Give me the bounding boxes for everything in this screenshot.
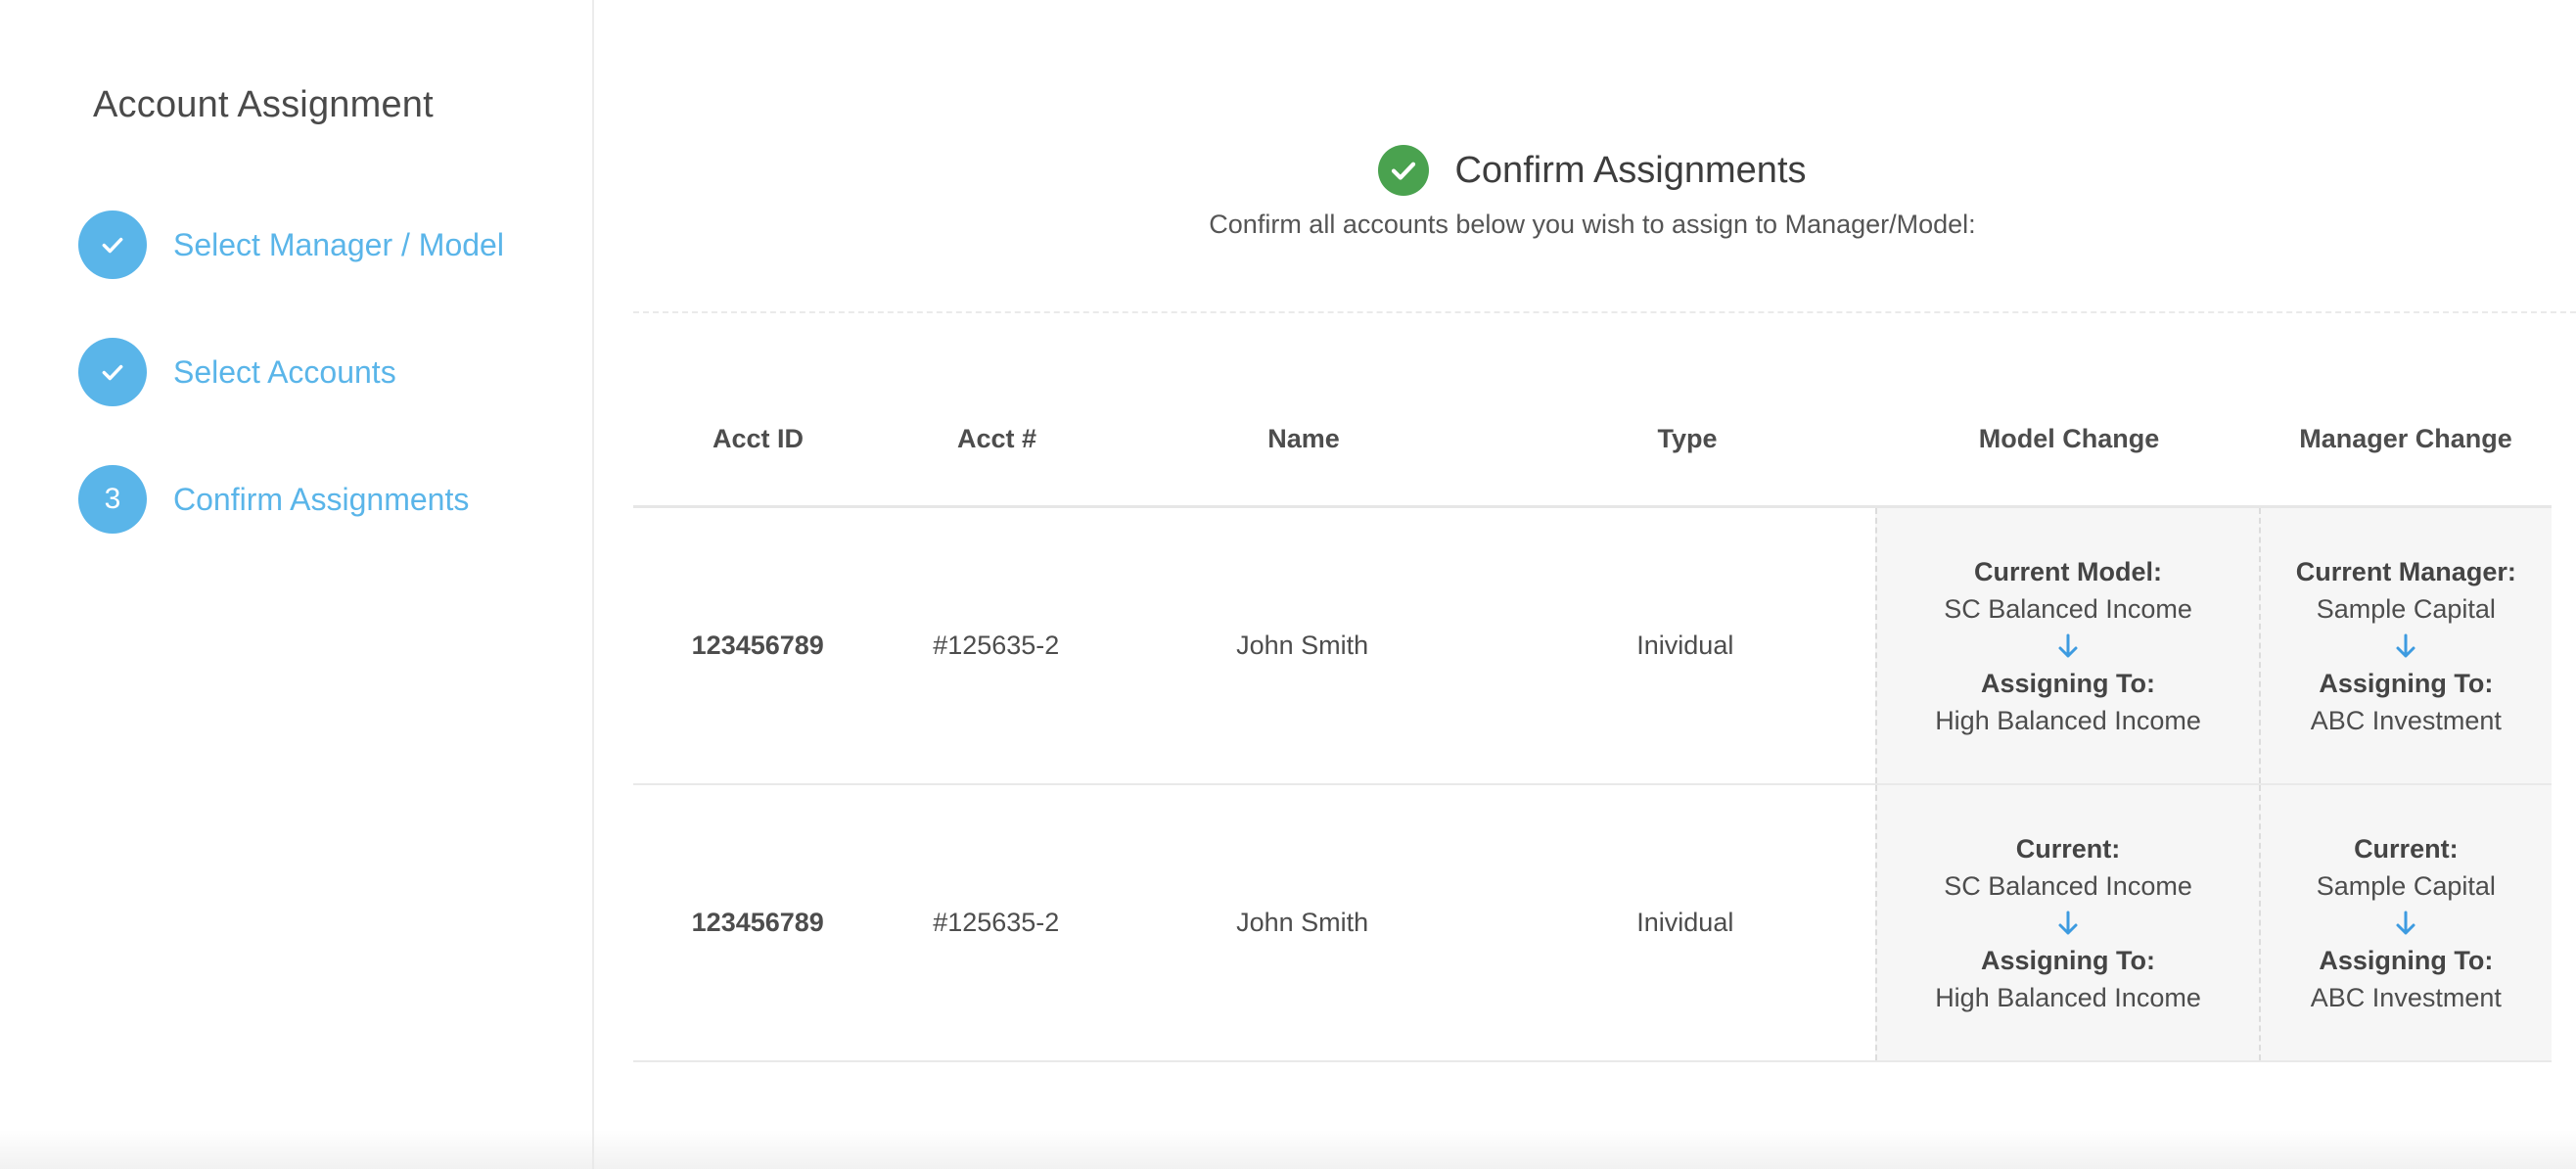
assigning-model-value: High Balanced Income	[1935, 982, 2201, 1012]
current-manager-label: Current:	[2354, 833, 2459, 864]
step-label: Confirm Assignments	[173, 481, 470, 517]
name-cell: John Smith	[1236, 908, 1369, 937]
assigning-to-label: Assigning To:	[2319, 668, 2494, 698]
column-header-name: Name	[1267, 423, 1340, 453]
assigning-to-label: Assigning To:	[1981, 945, 2156, 975]
step-complete-check-icon	[78, 338, 147, 406]
arrow-down-icon	[2057, 905, 2079, 942]
step-confirm-assignments[interactable]: 3 Confirm Assignments	[78, 465, 469, 534]
step-label: Select Accounts	[173, 353, 396, 390]
step-label: Select Manager / Model	[173, 226, 504, 262]
column-header-manager-change: Manager Change	[2299, 423, 2512, 453]
table-header: Acct ID Acct # Name Type Model Change Ma…	[633, 372, 2552, 508]
assignments-table: Acct ID Acct # Name Type Model Change Ma…	[633, 372, 2553, 1062]
table-row: 123456789 #125635-2 John Smith Inividual…	[633, 785, 2553, 1062]
page-subtitle: Confirm all accounts below you wish to a…	[1209, 210, 1976, 239]
confirm-header: Confirm Assignments Confirm all accounts…	[633, 145, 2552, 240]
manager-change-cell: Current: Sample Capital Assigning To: AB…	[2258, 785, 2553, 1060]
sidebar: Account Assignment Select Manager / Mode…	[0, 0, 594, 1169]
sidebar-title: Account Assignment	[93, 84, 434, 125]
current-model-label: Current:	[2015, 833, 2121, 864]
current-model-value: SC Balanced Income	[1944, 593, 2192, 624]
acct-number-cell: #125635-2	[933, 631, 1060, 660]
acct-number-cell: #125635-2	[933, 908, 1060, 937]
header-title-row: Confirm Assignments	[633, 145, 2552, 196]
step-select-manager-model[interactable]: Select Manager / Model	[78, 210, 504, 279]
assigning-to-label: Assigning To:	[1981, 668, 2156, 698]
table-row: 123456789 #125635-2 John Smith Inividual…	[633, 508, 2553, 785]
step-complete-check-icon	[78, 210, 147, 279]
arrow-down-icon	[2395, 905, 2416, 942]
model-change-cell: Current Model: SC Balanced Income Assign…	[1875, 508, 2259, 783]
main-content: Confirm Assignments Confirm all accounts…	[633, 0, 2576, 1169]
column-header-acct-id: Acct ID	[712, 423, 805, 453]
step-select-accounts[interactable]: Select Accounts	[78, 338, 396, 406]
assigning-manager-value: ABC Investment	[2310, 705, 2502, 735]
column-header-type: Type	[1657, 423, 1718, 453]
type-cell: Inividual	[1636, 631, 1734, 660]
assigning-to-label: Assigning To:	[2319, 945, 2494, 975]
current-manager-label: Current Manager:	[2295, 556, 2516, 586]
current-manager-value: Sample Capital	[2316, 870, 2496, 901]
page: Account Assignment Select Manager / Mode…	[0, 0, 2576, 1169]
divider	[633, 311, 2576, 313]
model-change-cell: Current: SC Balanced Income Assigning To…	[1875, 785, 2259, 1060]
name-cell: John Smith	[1236, 631, 1369, 660]
column-header-model-change: Model Change	[1978, 423, 2160, 453]
acct-id-cell: 123456789	[691, 631, 824, 660]
current-manager-value: Sample Capital	[2316, 593, 2496, 624]
check-circle-icon	[1378, 145, 1430, 196]
arrow-down-icon	[2395, 628, 2416, 665]
step-number-badge: 3	[78, 465, 147, 534]
column-header-acct-number: Acct #	[956, 423, 1037, 453]
manager-change-cell: Current Manager: Sample Capital Assignin…	[2258, 508, 2553, 783]
type-cell: Inividual	[1636, 908, 1734, 937]
current-model-value: SC Balanced Income	[1944, 870, 2192, 901]
current-model-label: Current Model:	[1974, 556, 2163, 586]
assigning-model-value: High Balanced Income	[1935, 705, 2201, 735]
assigning-manager-value: ABC Investment	[2310, 982, 2502, 1012]
page-title: Confirm Assignments	[1454, 149, 1807, 191]
arrow-down-icon	[2057, 628, 2079, 665]
acct-id-cell: 123456789	[691, 908, 824, 937]
